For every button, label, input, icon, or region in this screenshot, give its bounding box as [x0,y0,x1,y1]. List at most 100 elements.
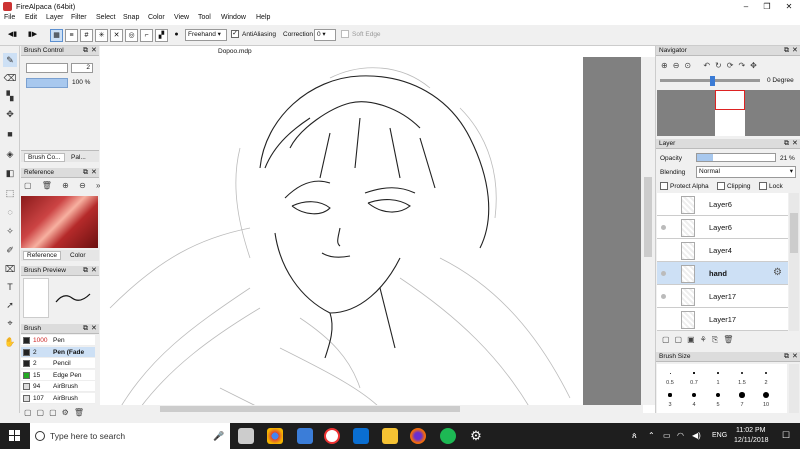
layer-settings-icon[interactable]: ⚙ [773,267,782,278]
navigator-tools[interactable]: ⊕⊖⊙ ↶↻⟳↷✥ [661,61,762,70]
minimize-button[interactable]: – [735,0,757,13]
antialias-checkbox[interactable]: ✓ [231,30,239,38]
layer-visibility-icon[interactable] [661,294,666,299]
brush-size-dot[interactable] [740,371,744,375]
microphone-icon[interactable]: 🎤 [213,423,224,449]
brush-item[interactable]: 107 AirBrush [21,392,95,404]
snap-radial-icon[interactable]: ✕ [110,29,123,42]
menu-color[interactable]: Color [148,14,165,21]
network-icon[interactable]: ▭ [663,431,671,440]
menu-layer[interactable]: Layer [46,14,64,21]
brush-size-value[interactable]: 2 [71,63,93,73]
volume-icon[interactable]: ◀) [692,431,701,440]
menu-filter[interactable]: Filter [71,14,87,21]
brush-size-dot[interactable] [739,392,745,398]
snap-off-icon[interactable]: ▦ [50,29,63,42]
menu-edit[interactable]: Edit [25,14,37,21]
snap-crisscross-icon[interactable]: # [80,29,93,42]
navigator-preview[interactable] [657,90,800,136]
close-panel-icon[interactable]: ✕ [792,139,798,149]
brush-size-scrollbar[interactable] [789,364,799,413]
close-panel-icon[interactable]: ✕ [91,324,97,334]
layer-opacity-slider[interactable] [696,153,776,162]
float-icon[interactable]: ⧉ [784,46,789,56]
canvas-area[interactable]: Dopoo.mdp [100,46,655,413]
brush-item[interactable]: 1000 Pen [21,335,95,346]
brush-item[interactable]: 94 AirBrush [21,381,95,392]
brush-item[interactable]: 2 Pencil [21,358,95,369]
operation-tool-icon[interactable]: ➚ [3,298,17,312]
brush-size-dot[interactable] [715,392,721,398]
pen-tool-icon[interactable]: ✎ [3,53,17,67]
chrome-icon[interactable] [267,428,283,444]
menu-select[interactable]: Select [96,14,115,21]
spotify-icon[interactable] [440,428,456,444]
brush-size-dot[interactable] [762,391,770,399]
rotation-slider-thumb[interactable] [710,76,715,86]
firealpaca-icon[interactable] [324,428,340,444]
horizontal-scrollbar[interactable] [100,405,643,413]
prev-icon[interactable]: ◀▮ [6,29,19,42]
wifi-icon[interactable]: ◠ [677,431,684,440]
menu-tool[interactable]: Tool [198,14,211,21]
tab-brush-control[interactable]: Brush Co... [24,153,65,162]
dot-tool-icon[interactable]: ▚ [3,89,17,103]
brush-size-dot[interactable] [717,372,719,374]
notification-icon[interactable]: ☐ [782,430,790,441]
snap-concentric-icon[interactable]: ◎ [125,29,138,42]
layer-row[interactable]: Layer6 [657,193,788,216]
hand-tool-icon[interactable]: ✋ [3,335,17,349]
float-icon[interactable]: ⧉ [83,168,88,178]
brush-list-tools[interactable]: ▢▢▢⚙🗑 [24,408,89,417]
stroke-mode-select[interactable]: Freehand ▾ [185,29,227,41]
layer-scrollbar[interactable] [789,193,799,331]
layer-row[interactable]: Layer17 [657,285,788,308]
brush-size-dot[interactable] [693,372,695,374]
next-icon[interactable]: ▮▶ [26,29,39,42]
text-tool-icon[interactable]: T [3,280,17,294]
settings-icon[interactable]: ⚙ [468,428,484,444]
move-tool-icon[interactable]: ✥ [3,107,17,121]
layer-row[interactable]: hand ⚙ [657,262,788,285]
clock-date[interactable]: 12/11/2018 [734,437,769,444]
horizontal-scroll-thumb[interactable] [160,406,460,412]
lasso-tool-icon[interactable]: ◌ [3,205,17,219]
brush-size-dot[interactable] [692,393,696,397]
people-icon[interactable]: ጰ [632,431,637,441]
float-icon[interactable]: ⧉ [784,139,789,149]
soft-edge-checkbox[interactable] [341,30,349,38]
taskbar-search[interactable]: Type here to search 🎤 [30,423,230,449]
float-icon[interactable]: ⧉ [83,324,88,334]
close-button[interactable]: ✕ [778,0,800,13]
gradient-tool-icon[interactable]: ◧ [3,166,17,180]
tab-reference[interactable]: Reference [23,251,61,260]
store-icon[interactable] [297,428,313,444]
protect-alpha-checkbox[interactable] [660,182,668,190]
menu-help[interactable]: Help [256,14,270,21]
float-icon[interactable]: ⧉ [83,266,88,276]
blending-select[interactable]: Normal ▾ [696,166,796,178]
brush-opacity-slider[interactable] [26,78,68,88]
close-panel-icon[interactable]: ✕ [91,168,97,178]
snap-curve-icon[interactable]: ⌐ [140,29,153,42]
correction-select[interactable]: 0 ▾ [314,29,336,41]
layer-tools[interactable]: ▢▢▣⚘⎘🗑 [662,335,738,345]
firefox-icon[interactable] [410,428,426,444]
fill-rect-tool-icon[interactable]: ■ [3,127,17,141]
vertical-scrollbar[interactable] [641,57,655,405]
menu-snap[interactable]: Snap [123,14,139,21]
close-panel-icon[interactable]: ✕ [792,352,798,362]
lock-checkbox[interactable] [759,182,767,190]
edge-icon[interactable] [353,428,369,444]
float-icon[interactable]: ⧉ [83,46,88,56]
brush-size-dot[interactable] [669,372,671,374]
layer-row[interactable]: Layer6 [657,216,788,239]
close-panel-icon[interactable]: ✕ [792,46,798,56]
float-icon[interactable]: ⧉ [784,352,789,362]
windows-start-icon[interactable] [9,430,20,441]
menu-file[interactable]: File [4,14,15,21]
clock-time[interactable]: 11:02 PM [736,427,765,434]
eraser-tool-icon[interactable]: ⌫ [3,71,17,85]
maximize-button[interactable]: ❐ [756,0,778,13]
brush-item[interactable]: 2 Pen (Fade [21,346,95,358]
